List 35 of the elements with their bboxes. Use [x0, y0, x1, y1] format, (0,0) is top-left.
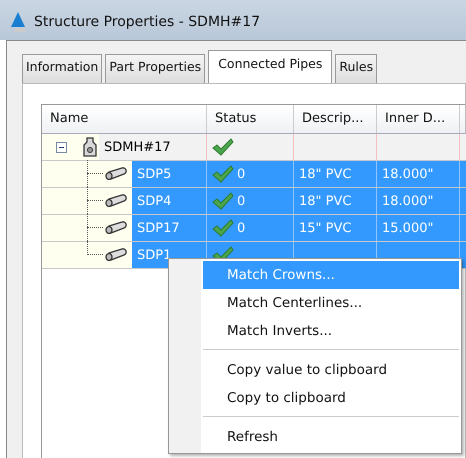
menu-item[interactable]: Match Centerlines... — [203, 289, 459, 317]
table-cell: 18.000" — [382, 166, 434, 182]
table-cell: SDP5 — [132, 161, 207, 187]
manhole-icon — [83, 137, 97, 157]
table-cell: 18.000" — [382, 194, 434, 208]
table-cell: SDMH#17 — [99, 134, 207, 160]
menu-item[interactable]: Copy value to clipboard — [203, 356, 459, 384]
table-cell: 15" PVC — [299, 220, 352, 236]
table-cell: 15.000" — [382, 220, 434, 236]
table-cell: 0 — [237, 194, 246, 208]
app-icon — [10, 11, 26, 33]
column-header[interactable]: Descrip... — [294, 105, 377, 133]
pipe-icon — [104, 221, 128, 235]
column-header[interactable]: Inner D... — [377, 105, 460, 133]
tab[interactable]: Part Properties — [105, 54, 206, 83]
window-title: Structure Properties - SDMH#17 — [34, 14, 260, 30]
table-cell: 0 — [237, 166, 246, 182]
tab[interactable]: Connected Pipes — [208, 50, 332, 83]
pipe-icon — [104, 167, 128, 181]
table-row[interactable]: SDMH#17 — [99, 134, 466, 160]
pipe-icon — [104, 248, 128, 262]
tab[interactable]: Rules — [335, 54, 378, 83]
collapse-toggle[interactable] — [56, 142, 67, 152]
pipe-icon — [104, 194, 128, 208]
menu-item[interactable]: Match Inverts... — [203, 317, 459, 345]
table-cell: SDP17 — [132, 215, 207, 241]
table-cell: 0 — [237, 220, 246, 236]
column-header[interactable]: Name — [42, 105, 207, 133]
tab[interactable]: Information — [22, 54, 102, 83]
table-cell: SDP4 — [132, 188, 207, 214]
table-cell: 18" PVC — [299, 194, 352, 208]
menu-item[interactable]: Refresh — [203, 423, 459, 451]
column-header[interactable]: Status — [207, 105, 294, 133]
menu-item[interactable]: Copy to clipboard — [203, 384, 459, 412]
table-cell: 18" PVC — [299, 166, 352, 182]
